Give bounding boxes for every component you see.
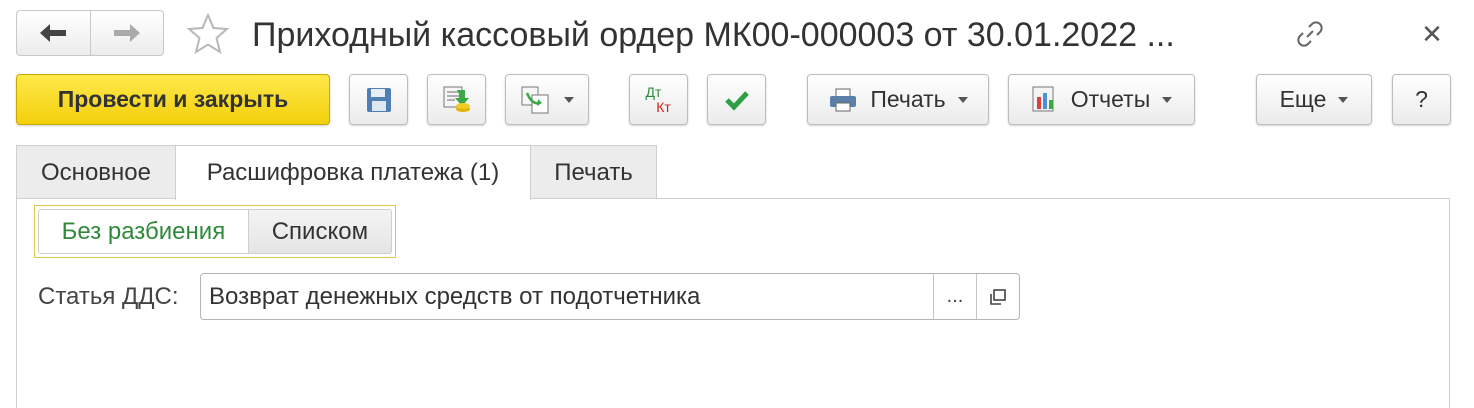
navigation-buttons (16, 10, 164, 56)
post-document-icon (443, 86, 470, 112)
chevron-down-icon (1338, 96, 1349, 103)
favorite-star-icon[interactable] (186, 12, 230, 56)
dt-label: Дт (645, 83, 662, 100)
report-chart-icon (1032, 86, 1054, 111)
option-list[interactable]: Списком (248, 209, 392, 254)
post-and-close-button[interactable]: Провести и закрыть (16, 74, 330, 125)
dt-kt-button[interactable]: Дт Кт (629, 74, 688, 125)
reports-button[interactable]: Отчеты (1008, 74, 1195, 125)
confirm-button[interactable] (707, 74, 766, 125)
tab-main[interactable]: Основное (16, 145, 176, 199)
save-button[interactable] (349, 74, 408, 125)
chevron-down-icon (1162, 96, 1173, 103)
select-from-list-button[interactable]: ... (933, 274, 976, 319)
split-mode-switch: Без разбиения Списком (34, 205, 396, 258)
floppy-disk-icon (366, 87, 391, 112)
link-icon[interactable] (1290, 14, 1330, 54)
tab-payment-breakdown[interactable]: Расшифровка платежа (1) (175, 145, 531, 200)
chevron-down-icon (957, 96, 968, 103)
arrow-right-icon (113, 24, 140, 42)
document-title: Приходный кассовый ордер МК00-000003 от … (252, 16, 1175, 54)
open-item-button[interactable] (976, 274, 1019, 319)
checkmark-icon (724, 90, 749, 111)
option-no-split[interactable]: Без разбиения (38, 209, 249, 254)
forward-button[interactable] (89, 11, 164, 55)
copy-documents-icon (521, 86, 549, 113)
help-button[interactable]: ? (1392, 74, 1451, 125)
print-button[interactable]: Печать (807, 74, 989, 125)
open-window-icon (990, 288, 1006, 305)
more-label: Еще (1279, 86, 1327, 112)
create-based-on-button[interactable] (505, 74, 589, 125)
arrow-left-icon (40, 24, 67, 42)
dds-item-input[interactable] (201, 274, 933, 319)
chevron-down-icon (564, 96, 574, 103)
print-label: Печать (870, 86, 946, 112)
printer-icon (830, 88, 857, 111)
dds-item-field: ... (200, 273, 1020, 320)
more-button[interactable]: Еще (1256, 74, 1372, 125)
reports-label: Отчеты (1070, 86, 1151, 112)
back-button[interactable] (17, 11, 90, 55)
post-button[interactable] (427, 74, 486, 125)
close-icon[interactable]: ✕ (1412, 14, 1452, 54)
dds-item-label: Статья ДДС: (38, 283, 179, 310)
kt-label: Кт (656, 98, 671, 115)
tab-print[interactable]: Печать (530, 145, 657, 199)
